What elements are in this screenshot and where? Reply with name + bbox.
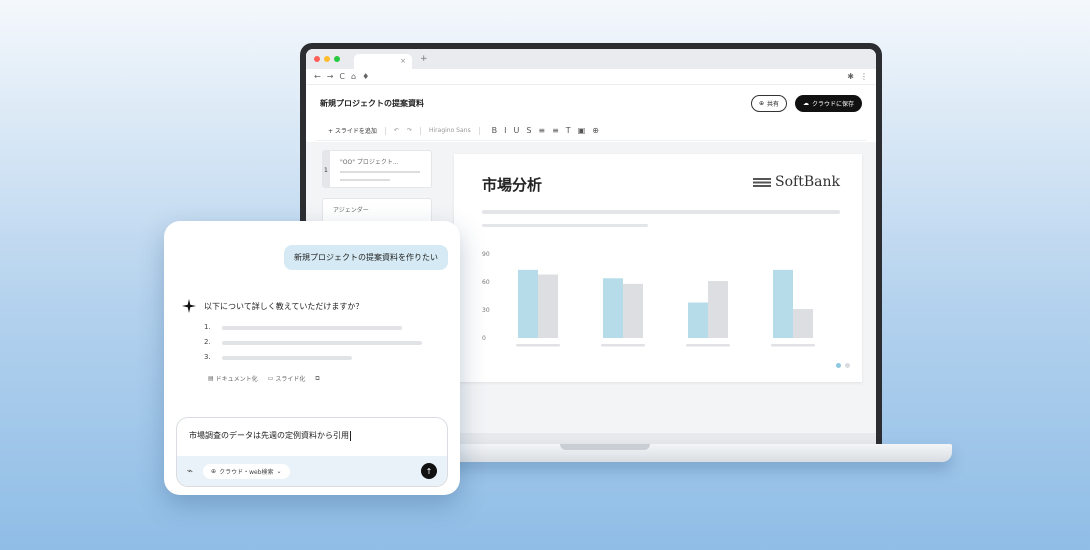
x-tick-label-placeholder [771, 344, 815, 347]
list-number: 3. [204, 353, 211, 361]
y-tick-label: 60 [482, 279, 490, 286]
site-icon: ♦ [362, 72, 370, 81]
align-left-icon[interactable]: ≡ [538, 126, 545, 135]
list-placeholder [222, 341, 422, 345]
slide-pager [836, 363, 850, 368]
list-number: 2. [204, 338, 211, 346]
back-icon[interactable]: ← [314, 72, 321, 81]
save-label: クラウドに保存 [811, 100, 854, 108]
home-icon[interactable]: ⌂ [351, 72, 356, 81]
format-icons: B I U S ≡ ≡ T ▣ ⊕ [492, 126, 599, 135]
brand-mark-icon [753, 177, 772, 187]
page-dot[interactable] [845, 363, 850, 368]
link-icon[interactable]: ⊕ [592, 126, 599, 135]
x-tick-label-placeholder [601, 344, 645, 347]
maximize-window-dot[interactable] [334, 56, 340, 62]
chat-input[interactable]: 市場調査のデータは先週の定例資料から引用 [189, 430, 351, 441]
slide-icon: ▭ [267, 375, 274, 382]
document-chip-label: ドキュメント化 [215, 376, 258, 383]
globe-icon: ⊕ [758, 99, 764, 107]
chart-bar [688, 302, 708, 338]
slide-chip-label: スライド化 [275, 376, 306, 383]
slide-thumbnail[interactable]: 1 "OO" プロジェクト... [322, 150, 432, 188]
chart-bar [518, 269, 538, 338]
placeholder-line [482, 210, 840, 214]
tab-close-icon[interactable]: × [400, 57, 406, 65]
slide-thumbnail-label: アジェンダー [333, 207, 369, 214]
document-chip[interactable]: ▤ ドキュメント化 [208, 374, 258, 383]
chevron-down-icon: ⌄ [276, 467, 282, 475]
chat-input-footer: ⌁ ⊕ クラウド・web検索 ⌄ ↑ [177, 456, 447, 486]
slide-title: 市場分析 [482, 176, 543, 194]
document-header: 新規プロジェクトの提案資料 ⊕ 共有 ☁ クラウドに保存 [306, 85, 876, 121]
placeholder-line [482, 224, 648, 227]
chart-bar [603, 278, 623, 338]
italic-icon[interactable]: I [504, 126, 506, 135]
browser-menu-icon[interactable]: ⋮ [860, 72, 868, 81]
underline-icon[interactable]: U [513, 126, 519, 135]
document-icon: ▤ [208, 375, 214, 382]
globe-icon: ⊕ [211, 467, 217, 475]
slide-canvas[interactable]: 市場分析 SoftBank 90 60 30 0 [454, 154, 862, 382]
x-tick-label-placeholder [686, 344, 730, 347]
bar-chart: 90 60 30 0 [482, 251, 815, 347]
close-window-dot[interactable] [314, 56, 320, 62]
chart-bar [538, 274, 558, 338]
list-number: 1. [204, 323, 211, 331]
brand-name: SoftBank [775, 174, 840, 190]
align-center-icon[interactable]: ≡ [552, 126, 559, 135]
redo-icon[interactable]: ↷ [407, 127, 412, 134]
user-message: 新規プロジェクトの提案資料を作りたい [284, 245, 448, 270]
share-label: 共有 [766, 100, 779, 108]
action-chips: ▤ ドキュメント化 ▭ スライド化 ⧉ [208, 374, 320, 384]
add-slide-button[interactable]: + スライドを追加 [328, 126, 377, 135]
forward-icon[interactable]: → [327, 72, 334, 81]
new-tab-icon[interactable]: + [420, 54, 428, 64]
sparkle-icon [182, 299, 196, 313]
slide-number: 1 [324, 167, 328, 174]
minimize-window-dot[interactable] [324, 56, 330, 62]
y-tick-label: 0 [482, 335, 486, 342]
laptop-notch [560, 444, 650, 450]
document-title: 新規プロジェクトの提案資料 [320, 98, 424, 108]
image-icon[interactable]: ▣ [578, 126, 586, 135]
undo-icon[interactable]: ↶ [394, 127, 399, 134]
chart-bar [793, 309, 813, 338]
chat-input-box[interactable]: 市場調査のデータは先週の定例資料から引用 ⌁ ⊕ クラウド・web検索 ⌄ ↑ [176, 417, 448, 487]
list-placeholder [222, 326, 402, 330]
chart-bar [708, 281, 728, 338]
y-tick-label: 90 [482, 251, 490, 258]
extension-icon[interactable]: ✱ [847, 72, 854, 81]
copy-icon[interactable]: ⧉ [315, 375, 319, 383]
banner-text [180, 0, 1080, 10]
list-placeholder [222, 356, 352, 360]
slide-chip[interactable]: ▭ スライド化 [268, 374, 306, 383]
chart-bar [773, 269, 793, 338]
editor-toolbar: + スライドを追加 ↶ ↷ Hiragino Sans B I U S ≡ ≡ … [316, 121, 866, 141]
reload-icon[interactable]: C [339, 72, 345, 81]
cloud-icon: ☁ [802, 99, 809, 107]
page-dot-active[interactable] [836, 363, 841, 368]
ai-response: 以下について詳しく教えていただけますか？ [182, 299, 363, 313]
browser-tabbar: × + [306, 49, 876, 69]
send-button[interactable]: ↑ [421, 463, 437, 479]
browser-address-bar: ← → C ⌂ ♦ ✱ ⋮ [306, 69, 876, 85]
ai-question: 以下について詳しく教えていただけますか？ [204, 301, 364, 311]
share-button[interactable]: ⊕ 共有 [750, 94, 787, 112]
strikethrough-icon[interactable]: S [526, 126, 531, 135]
brand-logo: SoftBank [753, 174, 840, 190]
attach-icon[interactable]: ⌁ [187, 466, 193, 477]
mode-label: クラウド・web検索 [219, 468, 274, 476]
chat-panel: 新規プロジェクトの提案資料を作りたい 以下について詳しく教えていただけますか？ … [164, 221, 460, 495]
save-to-cloud-button[interactable]: ☁ クラウドに保存 [794, 94, 862, 112]
font-select[interactable]: Hiragino Sans [429, 127, 471, 134]
x-tick-label-placeholder [516, 344, 560, 347]
chart-bar [623, 283, 643, 338]
text-icon[interactable]: T [566, 126, 571, 135]
slide-thumbnail-label: "OO" プロジェクト... [340, 159, 399, 166]
mode-selector[interactable]: ⊕ クラウド・web検索 ⌄ [203, 463, 290, 479]
y-tick-label: 30 [482, 307, 490, 314]
bold-icon[interactable]: B [492, 126, 498, 135]
browser-tab[interactable]: × [354, 54, 412, 69]
